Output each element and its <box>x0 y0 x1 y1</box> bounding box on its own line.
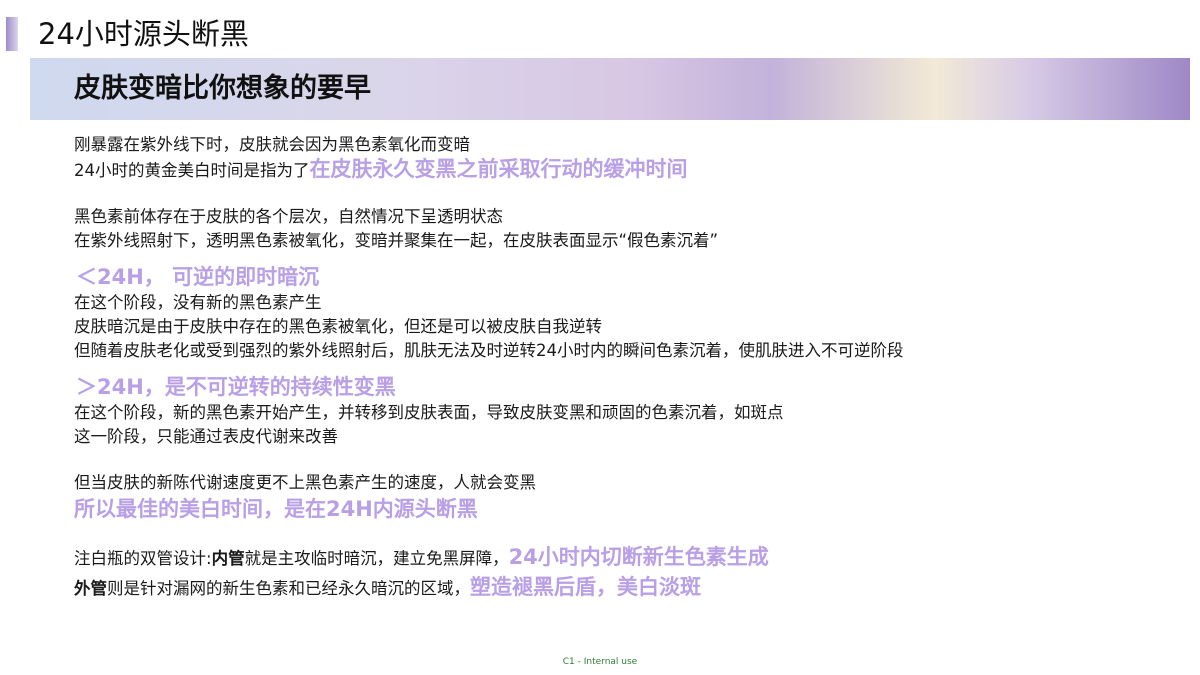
footer-classification: C1 - Internal use <box>562 657 638 667</box>
section4-line2: 这一阶段，只能通过表皮代谢来改善 <box>74 427 338 446</box>
section6-line1: 注白瓶的双管设计:内管就是主攻临时暗沉，建立免黑屏障，24小时内切断新生色素生成 <box>74 545 1184 571</box>
section4-line1: 在这个阶段，新的黑色素开始产生，并转移到皮肤表面，导致皮肤变黑和顽固的色素沉着，… <box>74 403 784 422</box>
section3-heading: ＜24H， 可逆的即时暗沉 <box>76 265 320 289</box>
title-accent-bar <box>6 17 18 51</box>
content-body: 刚暴露在紫外线下时，皮肤就会因为黑色素氧化而变暗 24小时的黄金美白时间是指为了… <box>74 133 1184 601</box>
section6-line1-highlight: 24小时内切断新生色素生成 <box>508 545 769 569</box>
section6-line2-mid: 则是针对漏网的新生色素和已经永久暗沉的区域， <box>107 579 470 598</box>
section2-line1: 黑色素前体存在于皮肤的各个层次，自然情况下呈透明状态 <box>74 207 503 226</box>
section3-line3: 但随着皮肤老化或受到强烈的紫外线照射后，肌肤无法及时逆转24小时内的瞬间色素沉着… <box>74 341 904 360</box>
section6-line1-prefix: 注白瓶的双管设计: <box>74 549 212 568</box>
section3-line2: 皮肤暗沉是由于皮肤中存在的黑色素被氧化，但还是可以被皮肤自我逆转 <box>74 317 602 336</box>
section4-heading: ＞24H，是不可逆转的持续性变黑 <box>76 375 396 399</box>
section5-line1: 但当皮肤的新陈代谢速度更不上黑色素产生的速度，人就会变黑 <box>74 473 536 492</box>
outer-tube-label: 外管 <box>74 579 107 598</box>
section3-line1: 在这个阶段，没有新的黑色素产生 <box>74 293 322 312</box>
banner-title: 皮肤变暗比你想象的要早 <box>74 73 371 104</box>
inner-tube-label: 内管 <box>211 549 245 568</box>
section1-line1: 刚暴露在紫外线下时，皮肤就会因为黑色素氧化而变暗 <box>74 135 470 154</box>
section6-line2-highlight: 塑造褪黑后盾，美白淡斑 <box>470 575 701 599</box>
section1-line2: 24小时的黄金美白时间是指为了在皮肤永久变黑之前采取行动的缓冲时间 <box>74 157 1184 183</box>
section5-highlight: 所以最佳的美白时间，是在24H内源头断黑 <box>74 497 478 521</box>
section6-line1-mid: 就是主攻临时暗沉，建立免黑屏障， <box>244 549 509 568</box>
section1-line2-highlight: 在皮肤永久变黑之前采取行动的缓冲时间 <box>309 157 688 181</box>
page-title: 24小时源头断黑 <box>38 17 249 51</box>
section1-line2-prefix: 24小时的黄金美白时间是指为了 <box>74 161 310 180</box>
section2-line2: 在紫外线照射下，透明黑色素被氧化，变暗并聚集在一起，在皮肤表面显示“假色素沉着” <box>74 231 719 250</box>
section6-line2: 外管则是针对漏网的新生色素和已经永久暗沉的区域，塑造褪黑后盾，美白淡斑 <box>74 575 1184 601</box>
